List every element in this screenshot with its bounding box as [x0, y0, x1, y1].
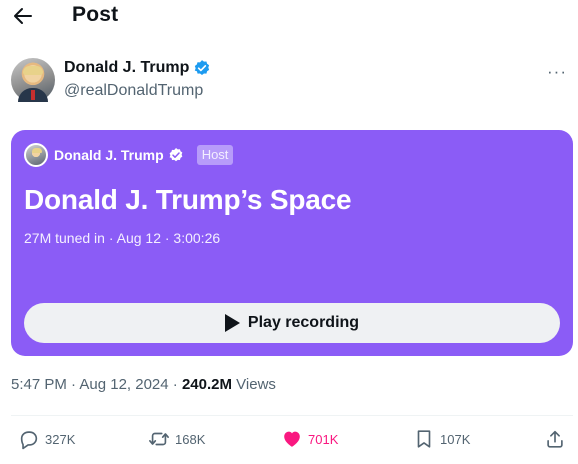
host-avatar-hair: [32, 148, 42, 153]
host-name: Donald J. Trump: [54, 147, 164, 163]
avatar[interactable]: [11, 58, 55, 102]
post-time[interactable]: 5:47 PM · Aug 12, 2024 ·: [11, 376, 182, 393]
space-host-row: Donald J. Trump Host: [24, 143, 234, 167]
heart-icon: [284, 431, 300, 447]
like-button[interactable]: 701K: [281, 428, 338, 450]
bookmark-icon: [417, 430, 431, 448]
share-button[interactable]: [544, 428, 566, 450]
divider: [11, 415, 573, 416]
reply-button[interactable]: 327K: [18, 428, 75, 450]
action-bar: 327K 168K 701K 107K: [0, 428, 578, 452]
views-label: Views: [232, 376, 276, 393]
play-icon: [224, 314, 240, 332]
repost-icon: [149, 432, 169, 446]
top-bar: Post: [0, 0, 578, 34]
space-card[interactable]: Donald J. Trump Host Donald J. Trump’s S…: [11, 130, 573, 356]
share-icon: [547, 430, 563, 448]
bookmark-button[interactable]: 107K: [413, 428, 470, 450]
repost-count: 168K: [175, 431, 206, 447]
back-arrow-icon[interactable]: [10, 4, 36, 28]
verified-badge-icon: [195, 60, 210, 75]
like-count: 701K: [308, 431, 339, 447]
post-author: Donald J. Trump @realDonaldTrump ···: [11, 56, 567, 106]
space-meta: 27M tuned in · Aug 12 · 3:00:26: [24, 230, 221, 246]
space-title: Donald J. Trump’s Space: [24, 184, 352, 215]
play-recording-button[interactable]: Play recording: [24, 303, 560, 343]
views-count: 240.2M: [181, 376, 232, 393]
avatar-hair: [23, 66, 43, 75]
reply-icon: [20, 431, 38, 450]
author-name[interactable]: Donald J. Trump: [64, 59, 189, 77]
bookmark-count: 107K: [440, 431, 471, 447]
page-title: Post: [72, 3, 119, 26]
host-badge: Host: [196, 145, 234, 165]
avatar-tie: [31, 90, 35, 100]
verified-badge-icon: [169, 148, 183, 162]
repost-button[interactable]: 168K: [148, 428, 205, 450]
author-handle[interactable]: @realDonaldTrump: [64, 82, 203, 100]
more-icon[interactable]: ···: [547, 62, 567, 82]
host-avatar: [24, 143, 48, 167]
post-timestamp: 5:47 PM · Aug 12, 2024 · 240.2M Views: [11, 376, 276, 393]
author-name-row: Donald J. Trump: [64, 59, 211, 77]
reply-count: 327K: [45, 431, 76, 447]
play-recording-label: Play recording: [247, 314, 360, 331]
